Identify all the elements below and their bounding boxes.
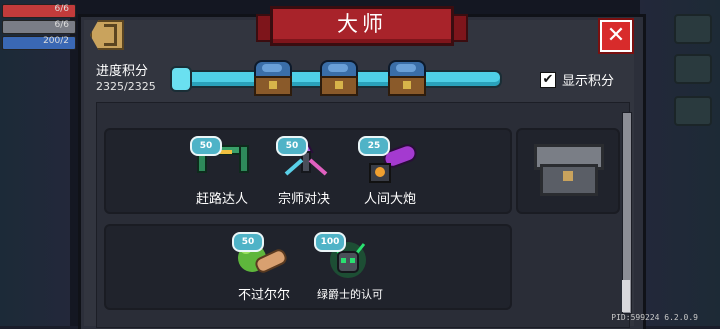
map-button[interactable] [674, 54, 712, 84]
points-badge: 25 [358, 136, 390, 156]
hp-bar: 6/6 [2, 4, 76, 18]
dialog-title: 大师 [337, 12, 387, 36]
scrollbar-thumb[interactable] [622, 280, 630, 312]
points-badge: 50 [190, 136, 222, 156]
pause-button[interactable] [674, 14, 712, 44]
milestone-chest-icon[interactable] [254, 60, 292, 96]
progress-start-knob [170, 66, 192, 92]
armor-value: 6/6 [54, 20, 69, 30]
armor-bar: 6/6 [2, 20, 76, 34]
back-icon [104, 24, 117, 46]
skill-button[interactable] [674, 96, 712, 126]
achievement-label: 不过尔尔 [237, 288, 290, 303]
progress-label: 进度积分 [96, 64, 149, 79]
show-score-label: 显示积分 [562, 74, 615, 89]
milestone-chest-icon[interactable] [320, 60, 358, 96]
progress-value: 2325/2325 [96, 80, 156, 93]
achievement-label: 人间大炮 [363, 192, 416, 207]
achievement-label: 绿爵士的认可 [317, 288, 383, 301]
energy-bar: 200/2 [2, 36, 76, 50]
hp-value: 6/6 [54, 4, 69, 14]
reward-chest-icon [534, 144, 604, 196]
show-score-toggle[interactable]: ✔ 显示积分 [540, 70, 614, 89]
close-button[interactable]: ✕ [600, 20, 632, 52]
show-score-checkbox[interactable]: ✔ [540, 71, 556, 88]
achievement-label: 宗师对决 [277, 192, 330, 207]
game-scene-right [640, 0, 720, 326]
version-text: PID:599224 6.2.0.9 [611, 313, 698, 322]
energy-value: 200/2 [43, 36, 69, 46]
points-badge: 100 [314, 232, 346, 252]
points-badge: 50 [276, 136, 308, 156]
points-badge: 50 [232, 232, 264, 252]
milestone-chest-icon[interactable] [388, 60, 426, 96]
